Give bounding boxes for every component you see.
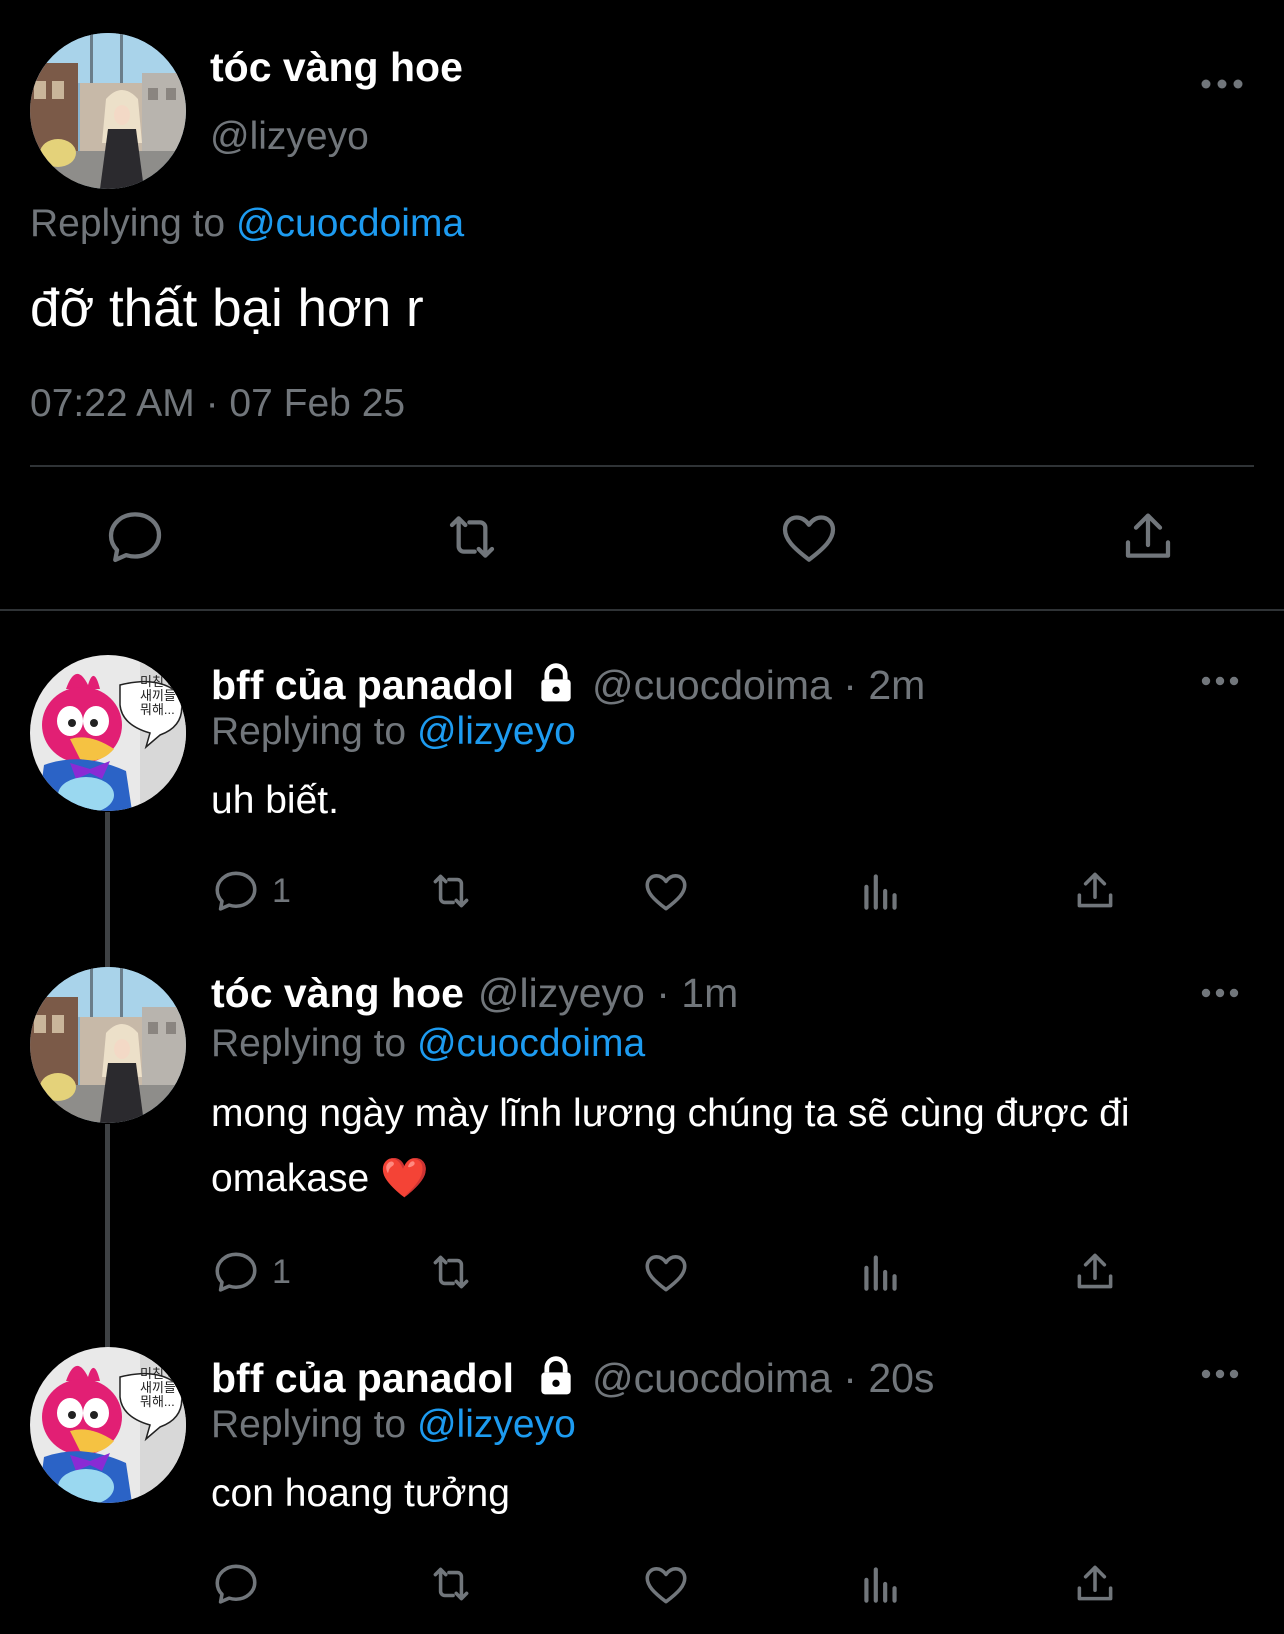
more-dots-icon	[1201, 79, 1243, 89]
like-icon	[645, 1567, 687, 1604]
like-button[interactable]	[777, 505, 841, 569]
avatar-badge-text: 미친 저 새끼들 뭐해...	[140, 1366, 180, 1409]
reply-time[interactable]: 1m	[681, 970, 738, 1016]
more-options-button[interactable]	[1200, 978, 1240, 1008]
analytics-icon	[864, 874, 897, 910]
tweet-text: đỡ thất bại hơn r	[30, 279, 424, 338]
tweet-timestamp[interactable]: 07:22 AM · 07 Feb 25	[30, 382, 405, 426]
share-button[interactable]	[1070, 1559, 1120, 1609]
reply-button[interactable]	[103, 505, 167, 569]
share-icon	[1077, 1253, 1113, 1289]
avatar[interactable]: 미친 저 새끼들 뭐해...	[30, 1347, 186, 1503]
analytics-icon	[864, 1255, 897, 1291]
author-name[interactable]: tóc vàng hoe	[211, 970, 464, 1016]
replying-prefix: Replying to	[30, 202, 236, 245]
share-icon	[1077, 872, 1113, 908]
author-handle[interactable]: @cuocdoima	[592, 662, 832, 708]
replying-prefix: Replying to	[211, 1403, 417, 1446]
thread-line	[105, 1124, 110, 1349]
divider	[0, 609, 1284, 611]
more-dots-icon	[1201, 988, 1239, 998]
author-name[interactable]: bff của panadol	[211, 1355, 514, 1401]
views-button[interactable]	[856, 1559, 906, 1609]
reply-icon	[215, 1252, 257, 1292]
retweet-icon	[433, 874, 469, 908]
replying-to-link[interactable]: @lizyeyo	[417, 1403, 576, 1446]
reply-time[interactable]: 2m	[868, 662, 925, 708]
like-button[interactable]	[641, 1247, 691, 1297]
replying-to: Replying to @cuocdoima	[211, 1022, 645, 1066]
more-options-button[interactable]	[1200, 66, 1244, 102]
author-handle[interactable]: @lizyeyo	[478, 970, 645, 1016]
avatar-badge-text: 미친 저 새끼들 뭐해...	[140, 674, 180, 717]
lock-icon	[541, 663, 571, 702]
like-button[interactable]	[641, 866, 691, 916]
author-handle[interactable]: @cuocdoima	[592, 1355, 832, 1401]
reply-count: 1	[272, 872, 291, 910]
replying-prefix: Replying to	[211, 1022, 417, 1065]
views-button[interactable]	[856, 1247, 906, 1297]
replying-to-link[interactable]: @cuocdoima	[236, 202, 464, 245]
retweet-button[interactable]	[426, 1247, 476, 1297]
like-button[interactable]	[641, 1559, 691, 1609]
like-icon	[645, 1255, 687, 1292]
avatar-photo-icon	[30, 967, 186, 1123]
retweet-button[interactable]	[426, 866, 476, 916]
thread-line	[105, 812, 110, 967]
reply-time[interactable]: 20s	[868, 1355, 934, 1401]
reply-header: bff của panadol @cuocdoima · 20s	[211, 1355, 935, 1401]
reply-header: bff của panadol @cuocdoima · 2m	[211, 662, 926, 708]
share-button[interactable]	[1116, 505, 1180, 569]
reply-header: tóc vàng hoe @lizyeyo · 1m	[211, 970, 739, 1016]
retweet-button[interactable]	[426, 1559, 476, 1609]
avatar[interactable]	[30, 967, 186, 1123]
reply-text: mong ngày mày lĩnh lương chúng ta sẽ cùn…	[211, 1092, 1130, 1200]
reply-icon	[215, 871, 257, 911]
replying-to-link[interactable]: @cuocdoima	[417, 1022, 645, 1065]
author-name[interactable]: tóc vàng hoe	[210, 44, 463, 91]
share-icon	[1077, 1565, 1113, 1601]
retweet-icon	[433, 1567, 469, 1601]
more-dots-icon	[1201, 676, 1239, 686]
author-handle[interactable]: @lizyeyo	[210, 115, 369, 159]
reply-icon	[215, 1564, 257, 1604]
replying-to: Replying to @lizyeyo	[211, 710, 576, 754]
reply-button[interactable]	[211, 1247, 261, 1297]
reply-button[interactable]	[211, 1559, 261, 1609]
analytics-icon	[864, 1567, 897, 1603]
reply-text: uh biết.	[211, 779, 339, 822]
more-dots-icon	[1201, 1369, 1239, 1379]
author-name[interactable]: bff của panadol	[211, 662, 514, 708]
reply-icon	[108, 512, 162, 563]
reply-count: 1	[272, 1253, 291, 1291]
lock-icon	[541, 1356, 571, 1395]
replying-to: Replying to @cuocdoima	[30, 202, 464, 246]
avatar-photo-icon	[30, 33, 186, 189]
retweet-icon	[449, 516, 495, 558]
retweet-icon	[433, 1255, 469, 1289]
more-options-button[interactable]	[1200, 1359, 1240, 1389]
share-button[interactable]	[1070, 1247, 1120, 1297]
replying-to-link[interactable]: @lizyeyo	[417, 710, 576, 753]
avatar[interactable]	[30, 33, 186, 189]
more-options-button[interactable]	[1200, 666, 1240, 696]
replying-to: Replying to @lizyeyo	[211, 1403, 576, 1447]
share-icon	[1125, 513, 1171, 558]
reply-text: con hoang tưởng	[211, 1472, 510, 1515]
avatar[interactable]: 미친 저 새끼들 뭐해...	[30, 655, 186, 811]
views-button[interactable]	[856, 866, 906, 916]
divider	[30, 465, 1254, 467]
share-button[interactable]	[1070, 866, 1120, 916]
like-icon	[782, 515, 836, 562]
like-icon	[645, 874, 687, 911]
retweet-button[interactable]	[440, 505, 504, 569]
reply-button[interactable]	[211, 866, 261, 916]
replying-prefix: Replying to	[211, 710, 417, 753]
